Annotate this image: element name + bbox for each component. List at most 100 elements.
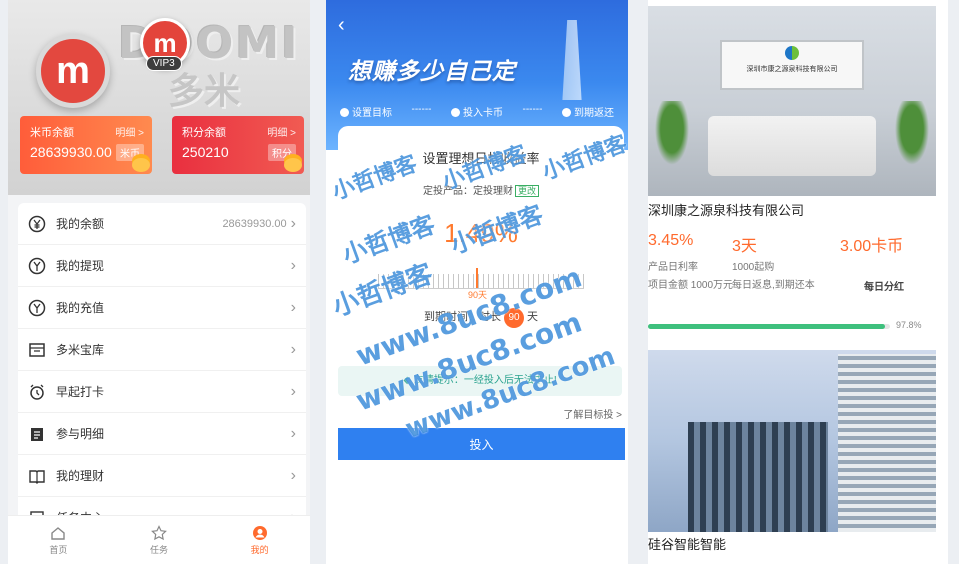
product-list-screen: 深圳市康之源泉科技有限公司 深圳康之源泉科技有限公司 3.45% 3天 3.00…: [648, 0, 948, 564]
points-balance-card[interactable]: 积分余额 明细 > 250210 积分: [172, 116, 304, 174]
product-title[interactable]: 硅谷智能智能: [648, 534, 726, 553]
reception-desk: [708, 116, 876, 176]
step-separator: ------: [411, 104, 432, 115]
duration-slider[interactable]: [378, 274, 584, 289]
chevron-right-icon: ›: [290, 340, 296, 358]
menu-item-label: 我的余额: [56, 217, 105, 231]
rate-label: 产品日利率: [648, 262, 698, 273]
slider-handle[interactable]: [476, 268, 478, 288]
target-heading: 设置理想日标收益率: [422, 151, 540, 166]
menu-item-participation[interactable]: 参与明细 ›: [18, 413, 306, 455]
menu-item-withdraw[interactable]: 我的提现 ›: [18, 245, 306, 287]
menu-item-recharge[interactable]: 我的充值 ›: [18, 287, 306, 329]
product-name: 定投理财: [472, 186, 513, 197]
menu-item-checkin[interactable]: 早起打卡 ›: [18, 371, 306, 413]
chevron-right-icon: ›: [290, 424, 296, 442]
step-indicator: 设置目标 ------ 投入卡币 ------ 到期返还: [326, 104, 628, 119]
product-title[interactable]: 深圳康之源泉科技有限公司: [648, 200, 804, 219]
check-circle-icon: [561, 108, 571, 117]
card-detail-link[interactable]: 明细 >: [267, 124, 296, 139]
back-arrow-icon[interactable]: ‹: [338, 14, 345, 37]
menu-item-value: 28639930.00: [222, 217, 287, 230]
user-icon: [252, 525, 268, 543]
target-rate: 1.49%: [444, 218, 518, 248]
brand-logo-icon: m: [36, 34, 110, 108]
card-detail-link[interactable]: 明细 >: [115, 124, 144, 139]
plant-decoration: [892, 101, 932, 171]
step-separator: ------: [522, 104, 543, 115]
menu-item-finance[interactable]: 我的理财 ›: [18, 455, 306, 497]
card-value: 250210: [182, 144, 229, 160]
product-image[interactable]: 深圳市康之源泉科技有限公司: [648, 6, 936, 196]
project-amount-label: 项目金额 1000万元: [648, 280, 734, 291]
menu-item-label: 多米宝库: [56, 343, 105, 357]
menu-item-label: 我的理财: [56, 469, 105, 483]
expiry-days-badge: 90: [504, 308, 524, 328]
plant-decoration: [652, 101, 692, 171]
chevron-right-icon: ›: [290, 382, 296, 400]
building-illustration: [838, 354, 936, 532]
change-product-button[interactable]: 更改: [514, 185, 539, 197]
profile-menu: 我的余额 28639930.00 › 我的提现 › 我的充值 › 多米宝库 › …: [18, 203, 306, 523]
price-value: 3.00卡币: [840, 238, 904, 255]
yen-circle-icon: [28, 215, 46, 233]
product-row: 定投产品：定投理财 更改: [338, 182, 624, 197]
building-illustration: [688, 422, 828, 532]
daily-rate: 3.45%: [648, 232, 694, 249]
check-circle-icon: [340, 108, 349, 117]
lighthouse-illustration: [562, 20, 582, 100]
home-icon: [50, 525, 66, 543]
card-value: 28639930.00: [30, 144, 112, 160]
menu-item-balance[interactable]: 我的余额 28639930.00 ›: [18, 203, 306, 245]
return-method-label: 每日返息,到期还本: [732, 280, 815, 291]
company-logo-icon: [785, 46, 799, 60]
expiry-row: 到期时间：时长 90 天: [338, 308, 624, 328]
menu-item-label: 我的提现: [56, 259, 105, 273]
tab-label: 首页: [49, 545, 68, 555]
brand-wordmark-cjk: 多米: [168, 70, 241, 111]
profile-screen: DOOMI 多米 m m VIP3 米币余额 明细 > 28639930.00 …: [8, 0, 310, 564]
chevron-right-icon: ›: [290, 256, 296, 274]
learn-more-link[interactable]: 了解目标投 >: [563, 406, 622, 421]
warning-tip: ◆ 友情提示：一经投入后无法中止!: [338, 366, 622, 396]
check-circle-icon: [450, 108, 460, 117]
sign-text: 深圳市康之源泉科技有限公司: [746, 66, 838, 73]
book-icon: [28, 467, 46, 485]
alarm-clock-icon: [28, 383, 46, 401]
step-item: 设置目标: [340, 104, 392, 119]
menu-item-label: 早起打卡: [56, 385, 105, 399]
slider-value: 90天: [468, 290, 488, 300]
invest-screen: ‹ 想赚多少自己定 设置目标 ------ 投入卡币 ------ 到期返还 设…: [326, 0, 628, 564]
recharge-icon: [28, 299, 46, 317]
min-purchase-label: 1000起购: [732, 262, 775, 273]
bottom-tab-bar: 首页 任务 我的: [8, 515, 310, 564]
expiry-label: 到期时间：时长: [424, 311, 501, 323]
progress-fill: [648, 324, 885, 329]
vip-badge: VIP3: [146, 56, 182, 71]
vault-icon: [28, 341, 46, 359]
tab-mine[interactable]: 我的: [209, 516, 310, 564]
tab-home[interactable]: 首页: [8, 516, 109, 564]
tab-tasks[interactable]: 任务: [109, 516, 210, 564]
tab-label: 任务: [150, 545, 169, 555]
card-title: 米币余额: [30, 127, 74, 139]
step-item: 投入卡币: [450, 104, 503, 119]
dividend-label: 每日分红: [864, 282, 904, 293]
banner-slogan: 想赚多少自己定: [348, 58, 516, 84]
menu-item-vault[interactable]: 多米宝库 ›: [18, 329, 306, 371]
invest-button[interactable]: 投入: [338, 428, 625, 460]
menu-item-label: 我的充值: [56, 301, 105, 315]
card-title: 积分余额: [182, 127, 226, 139]
coin-stack-icon: [132, 158, 150, 172]
menu-item-label: 参与明细: [56, 427, 105, 441]
chevron-right-icon: ›: [290, 298, 296, 316]
coin-balance-card[interactable]: 米币余额 明细 > 28639930.00 米币: [20, 116, 152, 174]
profile-header: DOOMI 多米 m m VIP3 米币余额 明细 > 28639930.00 …: [8, 0, 310, 195]
chevron-right-icon: ›: [290, 214, 296, 232]
product-image[interactable]: [648, 350, 936, 532]
expiry-unit: 天: [527, 311, 538, 323]
term-value: 3天: [732, 238, 757, 255]
product-label: 定投产品：: [422, 186, 473, 197]
tab-label: 我的: [250, 545, 269, 555]
withdraw-icon: [28, 257, 46, 275]
